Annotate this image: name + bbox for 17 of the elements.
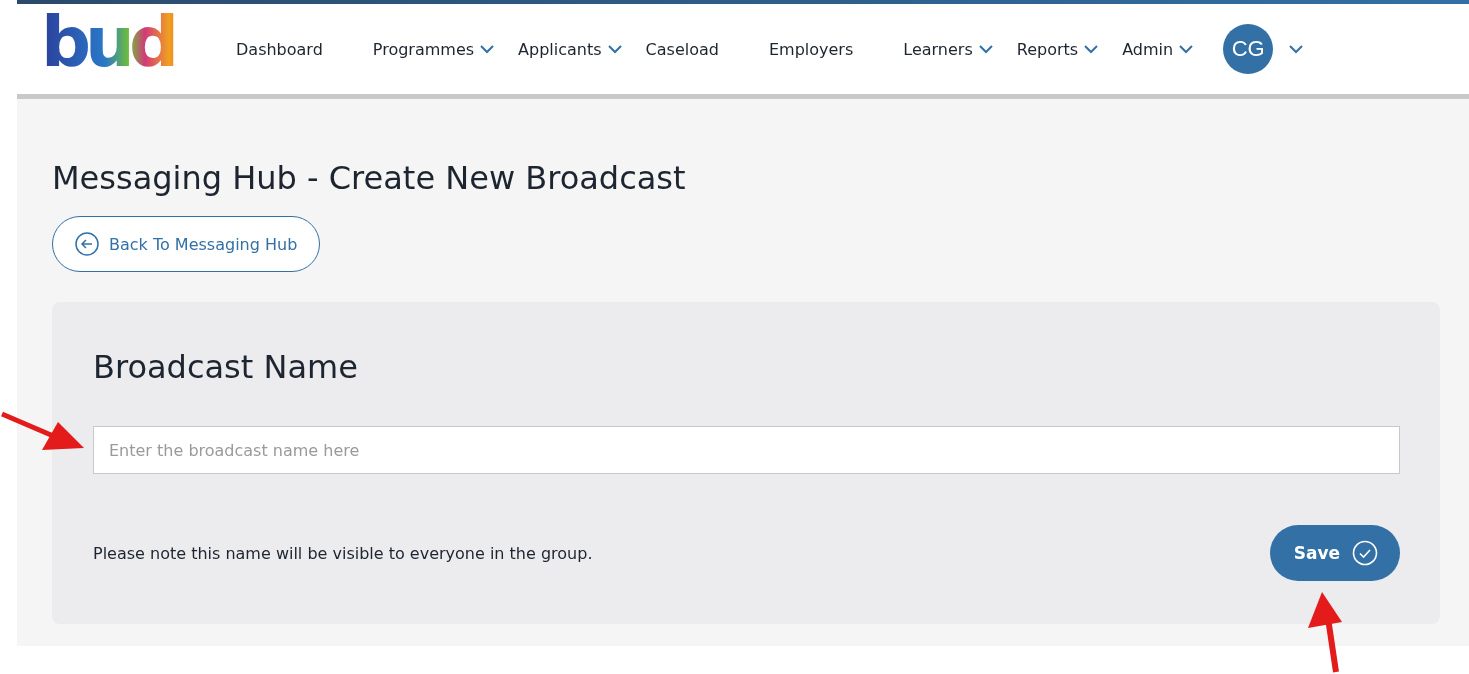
nav-link[interactable]: Caseload [645,39,719,59]
note-text: Please note this name will be visible to everyone in the group. [93,543,593,563]
nav-link[interactable]: Programmes [372,39,497,59]
nav-link[interactable]: Learners [903,39,995,59]
nav-link[interactable]: Employers [768,39,854,59]
nav-link[interactable]: Reports [1016,39,1101,59]
save-button[interactable]: Save [1269,525,1400,581]
user-avatar: CG [1223,24,1274,74]
back-button[interactable]: Back To Messaging Hub [52,216,321,272]
user-menu-button[interactable]: CG [1217,24,1306,74]
nav-link[interactable]: Applicants [518,39,624,59]
page-title: Messaging Hub - Create New Broadcast [52,159,687,197]
nav-link[interactable]: Dashboard [236,39,323,59]
check-circle-icon [1352,540,1378,566]
input-field[interactable]: Enter the broadcast name here [93,426,1400,474]
nav-link[interactable]: Admin [1122,39,1196,59]
section-heading: Broadcast Name [93,348,359,386]
